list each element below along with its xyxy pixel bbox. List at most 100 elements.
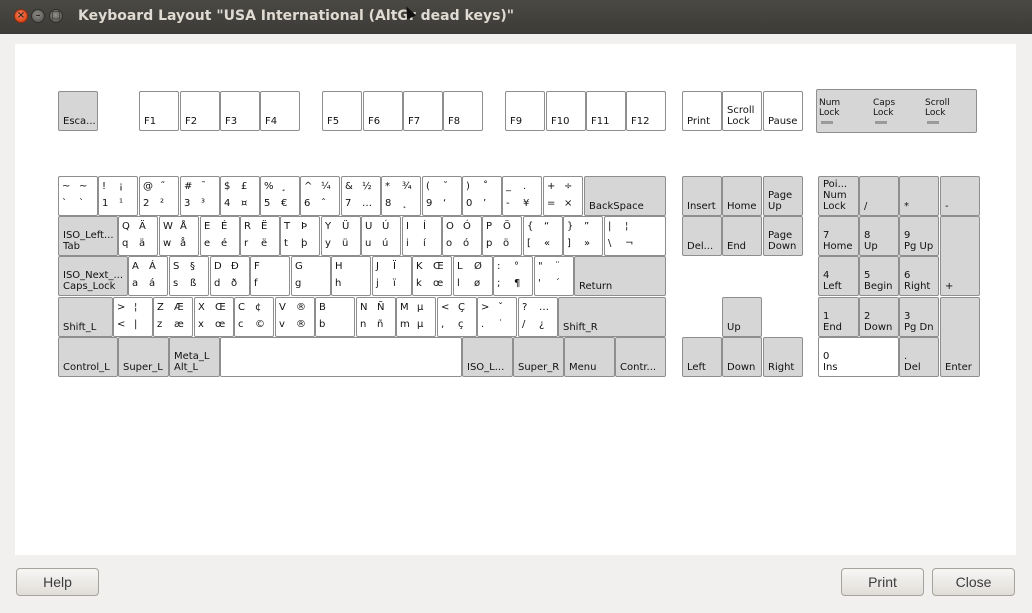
key-r[interactable]: RËr ë — [240, 216, 280, 256]
key-kp4[interactable]: 4 Left — [818, 256, 859, 296]
key-delete[interactable]: Del... — [682, 216, 722, 256]
key-kp6[interactable]: 6 Right — [899, 256, 939, 296]
window-close-button[interactable]: × — [14, 9, 28, 23]
key-p[interactable]: PÖpö — [482, 216, 522, 256]
key-kp5[interactable]: 5 Begin — [859, 256, 899, 296]
key-h[interactable]: Hh — [331, 256, 371, 296]
key-down[interactable]: Down — [722, 337, 762, 377]
key-c[interactable]: C ¢ c © — [234, 297, 274, 337]
key-kpdot[interactable]: . Del — [899, 337, 939, 377]
key-pgup[interactable]: Page Up — [763, 176, 803, 216]
key-backslash[interactable]: | ¦ \ ¬ — [604, 216, 666, 256]
key-j[interactable]: J Ïj ï — [372, 256, 412, 296]
key-f5[interactable]: F5 — [322, 91, 362, 131]
key-up[interactable]: Up — [722, 297, 762, 337]
key-kp3[interactable]: 3 Pg Dn — [899, 297, 939, 337]
key-caps[interactable]: ISO_Next_... Caps_Lock — [58, 256, 128, 296]
key-grave[interactable]: ~ ~ ` ` — [58, 176, 98, 216]
key-scroll[interactable]: Scroll Lock — [722, 91, 762, 131]
key-k4[interactable]: $ £4 ¤ — [220, 176, 260, 216]
key-tab[interactable]: ISO_Left... Tab — [58, 216, 118, 256]
key-kp8[interactable]: 8 Up — [859, 216, 899, 256]
key-kpadd[interactable]: + — [940, 216, 980, 296]
key-k6[interactable]: ^ ¼ 6 ˆ — [300, 176, 340, 216]
key-numlock[interactable]: Poi... Num Lock — [818, 176, 859, 216]
key-f7[interactable]: F7 — [403, 91, 443, 131]
key-q[interactable]: QÄqä — [118, 216, 158, 256]
key-home[interactable]: Home — [722, 176, 762, 216]
key-alt_l[interactable]: Meta_L Alt_L — [169, 337, 220, 377]
key-space[interactable] — [220, 337, 462, 377]
key-f10[interactable]: F10 — [546, 91, 586, 131]
key-comma[interactable]: < Ç, ç — [437, 297, 477, 337]
key-minus[interactable]: _. - ¥ — [502, 176, 542, 216]
key-k5[interactable]: % ¸ 5 € — [260, 176, 300, 216]
key-i[interactable]: I Íi í — [402, 216, 442, 256]
key-f11[interactable]: F11 — [586, 91, 626, 131]
key-x[interactable]: XŒxœ — [194, 297, 234, 337]
key-k[interactable]: KŒkœ — [412, 256, 452, 296]
key-semicolon[interactable]: : °; ¶ — [493, 256, 533, 296]
key-menu[interactable]: Menu — [564, 337, 615, 377]
key-a[interactable]: AÁaá — [128, 256, 168, 296]
key-backspace[interactable]: BackSpace — [584, 176, 666, 216]
key-print[interactable]: Print — [682, 91, 722, 131]
key-kp9[interactable]: 9 Pg Up — [899, 216, 939, 256]
key-f4[interactable]: F4 — [260, 91, 300, 131]
key-d[interactable]: DÐdð — [210, 256, 250, 296]
key-ctrl_l[interactable]: Control_L — [58, 337, 118, 377]
key-v[interactable]: V ® v ® — [275, 297, 315, 337]
key-n[interactable]: NÑnñ — [356, 297, 396, 337]
key-f8[interactable]: F8 — [443, 91, 483, 131]
key-lbracket[interactable]: {“ [« — [523, 216, 563, 256]
key-super_l[interactable]: Super_L — [118, 337, 169, 377]
window-maximize-button[interactable]: □ — [49, 9, 63, 23]
key-k3[interactable]: # ¯ 3 ³ — [180, 176, 220, 216]
key-kp7[interactable]: 7 Home — [818, 216, 859, 256]
key-end[interactable]: End — [722, 216, 762, 256]
key-k7[interactable]: & ½ 7… — [341, 176, 381, 216]
key-l[interactable]: LØl ø — [453, 256, 493, 296]
key-k9[interactable]: (˘ 9 ‘ — [422, 176, 462, 216]
key-quote[interactable]: " ¨ ' ´ — [534, 256, 574, 296]
key-esc[interactable]: Esca... — [58, 91, 98, 131]
key-k1[interactable]: ! ¡ 1 ¹ — [98, 176, 138, 216]
key-f3[interactable]: F3 — [220, 91, 260, 131]
key-kp2[interactable]: 2 Down — [859, 297, 899, 337]
key-k0[interactable]: ) ˚ 0 ’ — [462, 176, 502, 216]
print-button[interactable]: Print — [841, 568, 924, 596]
key-e[interactable]: EÉeé — [200, 216, 240, 256]
key-kpdiv[interactable]: / — [859, 176, 899, 216]
key-z[interactable]: ZÆzæ — [153, 297, 193, 337]
key-right[interactable]: Right — [763, 337, 803, 377]
key-period[interactable]: > ˇ. ˙ — [477, 297, 517, 337]
key-iso_l[interactable]: ISO_L... — [462, 337, 513, 377]
window-minimize-button[interactable]: – — [31, 9, 45, 23]
key-t[interactable]: TÞt þ — [280, 216, 320, 256]
key-f6[interactable]: F6 — [363, 91, 403, 131]
key-super_r[interactable]: Super_R — [513, 337, 564, 377]
key-insert[interactable]: Insert — [682, 176, 722, 216]
key-f12[interactable]: F12 — [626, 91, 666, 131]
key-f9[interactable]: F9 — [505, 91, 545, 131]
key-f2[interactable]: F2 — [180, 91, 220, 131]
key-kpmul[interactable]: * — [899, 176, 939, 216]
key-return[interactable]: Return — [574, 256, 666, 296]
key-ctrl_r[interactable]: Contr... — [615, 337, 666, 377]
key-y[interactable]: YÜyü — [321, 216, 361, 256]
key-left[interactable]: Left — [682, 337, 722, 377]
key-k2[interactable]: @ ˝ 2 ² — [139, 176, 179, 216]
key-m[interactable]: Mµmµ — [396, 297, 436, 337]
key-s[interactable]: S § s ß — [169, 256, 209, 296]
key-g[interactable]: Gg — [291, 256, 331, 296]
key-kp0[interactable]: 0 Ins — [818, 337, 899, 377]
key-equal[interactable]: + ÷ = × — [543, 176, 583, 216]
key-kpsub[interactable]: - — [940, 176, 980, 216]
key-k8[interactable]: * ¾ 8 ˛ — [381, 176, 421, 216]
key-shift_l[interactable]: Shift_L — [58, 297, 113, 337]
key-o[interactable]: OÓoó — [442, 216, 482, 256]
key-w[interactable]: WÅwå — [159, 216, 199, 256]
close-button[interactable]: Close — [932, 568, 1015, 596]
key-b[interactable]: Bb — [315, 297, 355, 337]
key-lsgt[interactable]: > ¦ < | — [113, 297, 153, 337]
